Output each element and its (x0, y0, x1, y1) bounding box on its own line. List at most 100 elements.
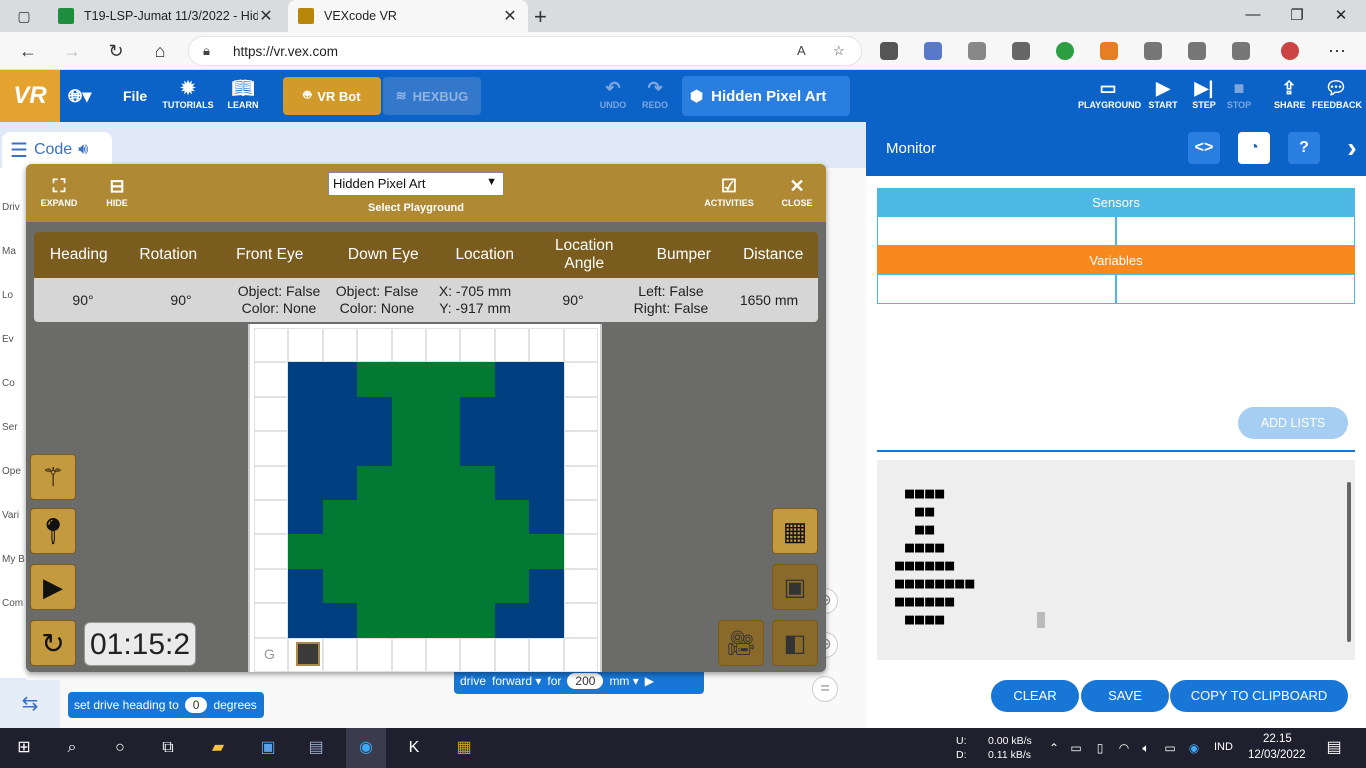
palette-events[interactable]: Ev (2, 334, 14, 345)
clear-button[interactable]: CLEAR (991, 680, 1079, 712)
clock-time[interactable]: 22.15 (1263, 733, 1292, 745)
run-block-icon[interactable]: ▶ (645, 674, 654, 688)
performance-icon[interactable] (1012, 42, 1030, 60)
top-camera-button[interactable]: ▣ (772, 564, 818, 610)
minimize-icon[interactable]: — (1238, 6, 1268, 23)
step-button[interactable]: ▶| STEP (1190, 76, 1218, 110)
refresh-icon[interactable]: ↻ (105, 40, 127, 62)
shield-extension-icon[interactable] (880, 42, 898, 60)
set-drive-heading-block[interactable]: set drive heading to 0 degrees (68, 692, 264, 718)
palette-control[interactable]: Co (2, 378, 15, 389)
stop-button[interactable]: ■ STOP (1226, 76, 1252, 110)
hide-button[interactable]: ⊟ HIDE (102, 174, 132, 208)
start-button[interactable]: ▶ START (1148, 76, 1178, 110)
cortana-icon[interactable]: ○ (108, 736, 132, 760)
battery-icon[interactable]: ▭ (1158, 736, 1182, 760)
angled-camera-button[interactable]: ◧ (772, 620, 818, 666)
file-menu[interactable]: File (123, 88, 147, 104)
share-button[interactable]: ⇪ SHARE (1274, 76, 1306, 110)
home-icon[interactable]: ⌂ (149, 40, 171, 62)
window-close-icon[interactable]: ✕ (1326, 6, 1356, 24)
collapse-panel-button[interactable]: › (1336, 132, 1366, 164)
browser-tab-vexcode[interactable]: VEXcode VR ✕ (288, 0, 528, 32)
copy-to-clipboard-button[interactable]: COPY TO CLIPBOARD (1170, 680, 1348, 712)
redo-button[interactable]: ↷ REDO (640, 76, 670, 110)
close-icon[interactable]: ✕ (502, 6, 518, 26)
feedback-button[interactable]: 💬︎ FEEDBACK (1312, 76, 1362, 110)
project-name-button[interactable]: ⬢ Hidden Pixel Art (682, 76, 850, 116)
restore-icon[interactable]: ❐ (1282, 6, 1312, 24)
learn-button[interactable]: 📖︎ LEARN (220, 76, 266, 110)
activities-button[interactable]: ☑ ACTIVITIES (702, 174, 756, 208)
more-icon[interactable]: ⋯ (1326, 40, 1348, 62)
collections-icon[interactable] (1188, 42, 1206, 60)
close-playground-button[interactable]: ✕ CLOSE (780, 174, 814, 208)
usb-icon[interactable]: ▯ (1088, 736, 1112, 760)
app-k-icon[interactable]: K (402, 736, 426, 760)
read-aloud-icon[interactable]: A (797, 43, 806, 58)
palette-operators[interactable]: Ope (2, 466, 21, 477)
vex-extension-icon[interactable] (1232, 42, 1250, 60)
vr-bot-button[interactable]: 🤖︎ VR Bot (283, 77, 381, 115)
unit-dropdown[interactable]: mm ▾ (609, 674, 638, 688)
code-view-button[interactable]: <> (1188, 132, 1220, 164)
heading-input[interactable]: 0 (184, 697, 208, 713)
extensions-icon[interactable] (1144, 42, 1162, 60)
playground-button[interactable]: ▭ PLAYGROUND (1078, 76, 1141, 110)
avatar[interactable] (1281, 42, 1299, 60)
wifi-icon[interactable]: ◠ (1112, 736, 1136, 760)
globe-extension-icon[interactable] (1056, 42, 1074, 60)
browser-tab-classroom[interactable]: T19-LSP-Jumat 11/3/2022 - Hidd ✕ (48, 0, 284, 32)
reset-button[interactable]: ↻ (30, 620, 76, 666)
palette-comments[interactable]: Com (2, 598, 23, 609)
tutorials-button[interactable]: ✹ TUTORIALS (162, 76, 214, 110)
windows-start-icon[interactable]: ⊞ (12, 736, 36, 760)
add-lists-button[interactable]: ADD LISTS (1238, 407, 1348, 439)
puzzle-extension-icon[interactable] (968, 42, 986, 60)
extension-icon[interactable]: ⇆ (0, 680, 60, 728)
volume-icon[interactable]: 🔈︎ (1134, 736, 1158, 760)
follow-camera-button[interactable]: 🎥︎ (718, 620, 764, 666)
clock-date[interactable]: 12/03/2022 (1248, 749, 1306, 761)
back-icon[interactable]: ← (17, 40, 39, 62)
tab-actions-icon[interactable]: ▢ (16, 8, 32, 24)
favorite-icon[interactable]: ☆ (833, 43, 845, 59)
app-icon[interactable]: ▤ (304, 736, 328, 760)
distance-input[interactable]: 200 (567, 673, 604, 689)
location-button[interactable]: 📍︎ (30, 508, 76, 554)
task-view-icon[interactable]: ⧉ (156, 736, 180, 760)
console-scrollbar[interactable] (1347, 482, 1351, 642)
notification-icon[interactable]: ▤ (1322, 736, 1346, 760)
arrow-extension-icon[interactable] (924, 42, 942, 60)
direction-dropdown[interactable]: forward ▾ (492, 674, 541, 688)
expand-button[interactable]: ⛶ EXPAND (38, 174, 80, 208)
forward-icon[interactable]: → (61, 40, 83, 62)
url-bar[interactable]: 🔒︎ https://vr.vex.com A ☆ (188, 36, 862, 66)
data-view-button[interactable]: ▦ (772, 508, 818, 554)
palette-looks[interactable]: Lo (2, 290, 13, 301)
monitor-view-button[interactable]: ◔ (1238, 132, 1270, 164)
edge-icon[interactable]: ◉ (354, 736, 378, 760)
language-button[interactable]: 🌐︎▾ (68, 84, 91, 108)
language-indicator[interactable]: IND (1214, 741, 1233, 753)
chevron-up-icon[interactable]: ⌃ (1042, 736, 1066, 760)
palette-sensing[interactable]: Ser (2, 422, 18, 433)
palette-my-blocks[interactable]: My B (2, 554, 25, 565)
app-game-icon[interactable]: ▦ (452, 736, 476, 760)
playground-select[interactable]: Hidden Pixel Art ▼ (328, 172, 504, 196)
undo-button[interactable]: ↶ UNDO (598, 76, 628, 110)
palette-drivetrain[interactable]: Driv (2, 202, 20, 213)
file-explorer-icon[interactable]: ▰ (206, 736, 230, 760)
close-icon[interactable]: ✕ (258, 6, 274, 26)
palette-variables[interactable]: Vari (2, 510, 19, 521)
help-button[interactable]: ? (1288, 132, 1320, 164)
new-tab-icon[interactable]: + (534, 4, 547, 30)
pen-tool-button[interactable]: ⚚ (30, 454, 76, 500)
play-button[interactable]: ▶ (30, 564, 76, 610)
code-tab[interactable]: ☰ Code 🔊︎ (2, 132, 112, 168)
edge-tray-icon[interactable]: ◉ (1182, 736, 1206, 760)
palette-magnet[interactable]: Ma (2, 246, 16, 257)
store-icon[interactable]: ▣ (256, 736, 280, 760)
speaker-icon[interactable]: 🔊︎ (78, 141, 88, 159)
hexbug-button[interactable]: ≋ HEXBUG (383, 77, 481, 115)
